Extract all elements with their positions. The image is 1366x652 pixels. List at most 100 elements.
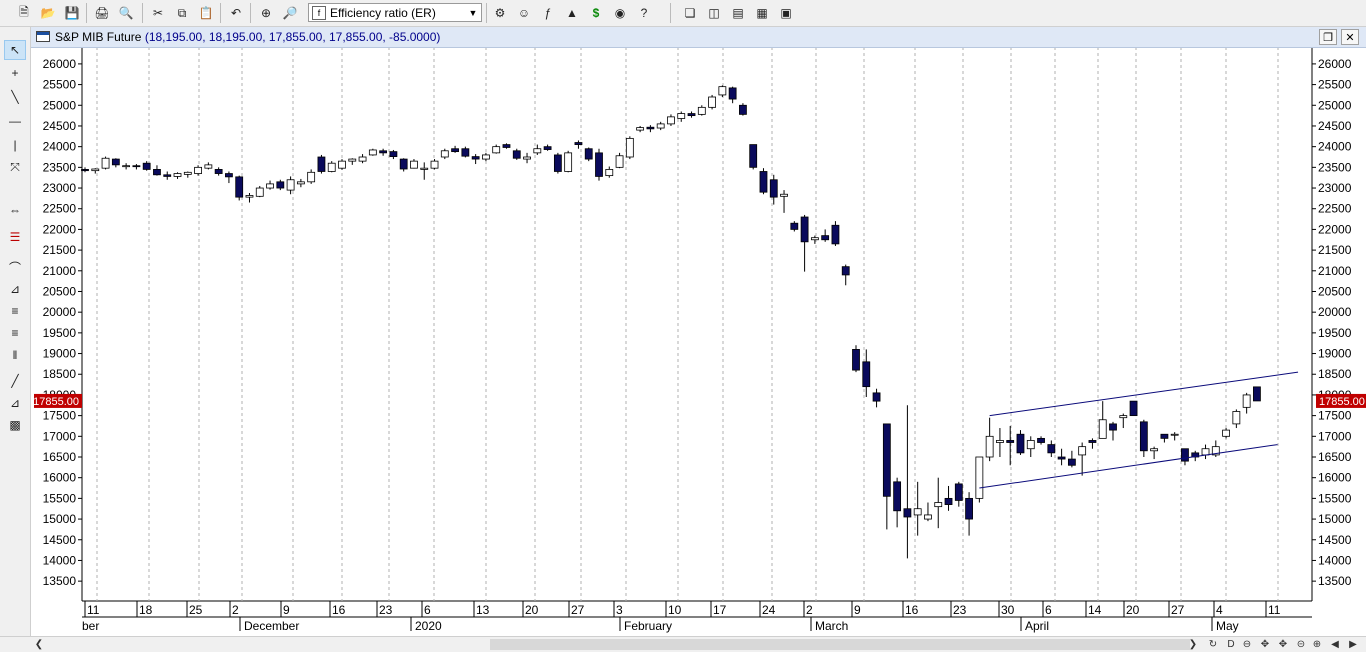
- time-axis-day-label: 16: [905, 603, 919, 617]
- binoculars-icon[interactable]: ◉: [610, 3, 630, 23]
- fibonacci-retracement-icon[interactable]: ≡: [4, 301, 26, 321]
- price-axis-label-right: 17500: [1318, 409, 1352, 423]
- price-chart[interactable]: 11 18 25 2 9 16 23 6 13 20 27 3 10 17 24 2 9 16 23 30 6 14 20 2…: [31, 27, 1366, 637]
- period-icon[interactable]: D: [1224, 637, 1238, 651]
- print-icon[interactable]: 🖨: [92, 3, 112, 23]
- price-axis-label-left: 13500: [43, 574, 77, 588]
- zoom-plus-icon[interactable]: ⊕: [1310, 637, 1324, 651]
- first-page-icon[interactable]: ◀: [1328, 637, 1342, 651]
- time-zones-icon[interactable]: ‖: [4, 345, 26, 365]
- bearish-candle: [749, 144, 758, 168]
- time-axis-day-label: 9: [283, 603, 290, 617]
- bullish-candle: [410, 160, 418, 169]
- help-pointer-icon[interactable]: ?: [634, 3, 654, 23]
- print-preview-icon[interactable]: 🔍: [116, 3, 136, 23]
- tree-icon[interactable]: ▲: [562, 3, 582, 23]
- time-axis-day-label: 9: [854, 603, 861, 617]
- time-axis-day-label: 23: [379, 603, 393, 617]
- chart-title-bar: S&P MIB Future (18,195.00, 18,195.00, 17…: [31, 27, 1366, 48]
- fibonacci-extension-icon[interactable]: ≡: [4, 323, 26, 343]
- vertical-line-icon[interactable]: |: [4, 135, 26, 155]
- refresh-icon[interactable]: ↻: [1206, 637, 1220, 651]
- bullish-candle: [245, 195, 254, 198]
- bullish-candle: [91, 168, 100, 172]
- tile-horizontal-icon[interactable]: ▤: [728, 3, 748, 23]
- bearish-candle: [399, 158, 408, 170]
- scale-icon[interactable]: ✥: [1276, 637, 1290, 651]
- zoom-minus-icon[interactable]: ⊝: [1294, 637, 1308, 651]
- cut-icon[interactable]: ✂: [148, 3, 168, 23]
- price-axis-label-right: 25500: [1318, 78, 1352, 92]
- bearish-candle: [595, 152, 603, 177]
- scrollbar-thumb[interactable]: [490, 639, 1190, 650]
- bearish-candle: [882, 423, 891, 497]
- zoom-icon[interactable]: 🔎: [280, 3, 300, 23]
- crosshair-icon[interactable]: ⊕: [256, 3, 276, 23]
- bearish-candle: [739, 104, 747, 115]
- price-axis-label-left: 22500: [43, 202, 77, 216]
- time-axis-month-label: February: [624, 619, 672, 633]
- formula-icon[interactable]: ƒ: [538, 3, 558, 23]
- bullish-candle: [286, 179, 295, 191]
- price-axis-label-right: 19000: [1318, 347, 1352, 361]
- bullish-candle: [605, 169, 614, 177]
- restore-icon[interactable]: ❐: [1319, 29, 1337, 45]
- new-file-icon[interactable]: 🗎: [14, 3, 34, 23]
- undo-icon[interactable]: ↶: [226, 3, 246, 23]
- tile-vertical-icon[interactable]: ◫: [704, 3, 724, 23]
- price-axis-label-left: 14500: [43, 533, 77, 547]
- upper-channel-line: [989, 371, 1299, 417]
- bearish-candle: [111, 158, 120, 166]
- copy-icon[interactable]: ⧉: [172, 3, 192, 23]
- price-axis-label-right: 20500: [1318, 284, 1352, 298]
- zoom-out-icon[interactable]: ⊖: [1240, 637, 1254, 651]
- pointer-icon[interactable]: ↖: [4, 40, 26, 60]
- bullish-candle: [255, 187, 264, 197]
- bullish-candle: [1232, 411, 1241, 425]
- save-icon[interactable]: 💾: [62, 3, 82, 23]
- indicator-dropdown[interactable]: f Efficiency ratio (ER) ▼: [308, 3, 482, 22]
- bearish-candle: [163, 174, 172, 177]
- close-icon[interactable]: ✕: [1341, 29, 1359, 45]
- bearish-candle: [214, 169, 223, 174]
- open-folder-icon[interactable]: 📂: [38, 3, 58, 23]
- price-axis-label-left: 25000: [43, 98, 77, 112]
- bullish-candle: [1201, 448, 1210, 456]
- price-axis-label-left: 23500: [43, 160, 77, 174]
- scroll-icon[interactable]: ⇔: [4, 200, 26, 220]
- next-page-icon[interactable]: ▶: [1346, 637, 1360, 651]
- layout-icon[interactable]: ▣: [776, 3, 796, 23]
- bearish-candle: [862, 361, 871, 388]
- time-axis-day-label: 14: [1088, 603, 1102, 617]
- horizontal-scrollbar[interactable]: ❮ ❯ ↻ D ⊖ ✥ ✥ ⊝ ⊕ ◀ ▶: [0, 636, 1366, 652]
- trendline-icon[interactable]: ╲: [4, 87, 26, 107]
- price-axis-label-left: 25500: [43, 78, 77, 92]
- crosshair-tool-icon[interactable]: +: [4, 63, 26, 83]
- horizontal-line-icon[interactable]: —: [4, 111, 26, 131]
- cascade-windows-icon[interactable]: ❏: [680, 3, 700, 23]
- bearish-candle: [1139, 421, 1148, 452]
- bearish-candle: [790, 222, 799, 230]
- fibonacci-arcs-icon[interactable]: ⌒: [4, 257, 26, 277]
- tile-grid-icon[interactable]: ▦: [752, 3, 772, 23]
- dollar-icon[interactable]: $: [586, 3, 606, 23]
- bearish-candle: [1160, 433, 1169, 439]
- paste-icon[interactable]: 📋: [196, 3, 216, 23]
- price-axis-label-left: 15500: [43, 491, 77, 505]
- bearish-candle: [317, 156, 326, 172]
- indicator-settings-icon[interactable]: ⚙: [490, 3, 510, 23]
- move-icon[interactable]: ✥: [1258, 637, 1272, 651]
- flag-icon[interactable]: ☰: [4, 227, 26, 247]
- chart-window: 11 18 25 2 9 16 23 6 13 20 27 3 10 17 24 2 9 16 23 30 6 14 20 2…: [31, 27, 1366, 637]
- scroll-right-icon[interactable]: ❯: [1186, 637, 1200, 651]
- line-tool-icon[interactable]: ╱: [4, 371, 26, 391]
- time-axis-day-label: 20: [1126, 603, 1140, 617]
- cycle-lines-icon[interactable]: ⤧: [4, 157, 26, 177]
- bearish-candle: [893, 481, 902, 512]
- fibonacci-fan-icon[interactable]: ⊿: [4, 279, 26, 299]
- gann-fan-icon[interactable]: ⊿: [4, 393, 26, 413]
- grid-pattern-icon[interactable]: ▩: [4, 415, 26, 435]
- expert-icon[interactable]: ☺: [514, 3, 534, 23]
- scroll-left-icon[interactable]: ❮: [32, 637, 46, 651]
- bearish-candle: [1037, 437, 1045, 443]
